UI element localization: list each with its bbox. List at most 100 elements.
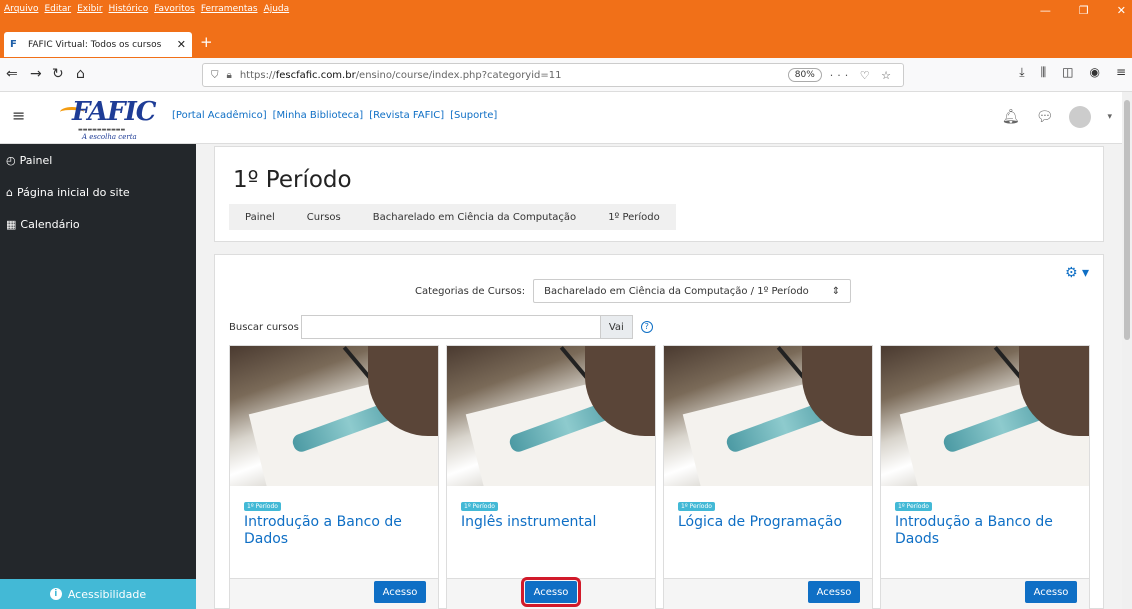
logo-text: FAFIC <box>72 97 156 127</box>
course-image[interactable] <box>447 346 655 486</box>
course-name-link[interactable]: Introdução a Banco de Daods <box>895 514 1085 548</box>
course-content: ⚙︎ ▾ Categorias de Cursos: Bacharelado e… <box>214 254 1104 609</box>
forward-icon[interactable]: → <box>30 66 42 82</box>
access-button[interactable]: Acesso <box>1025 581 1077 603</box>
link-portal-academico[interactable]: [Portal Acadêmico] <box>172 110 267 121</box>
fafic-favicon-icon: F <box>10 38 17 50</box>
new-tab-icon[interactable]: + <box>200 33 213 51</box>
course-card-footer: Acesso <box>881 578 1089 609</box>
course-image[interactable] <box>664 346 872 486</box>
menu-ferramentas[interactable]: Ferramentas <box>201 4 258 14</box>
lock-icon[interactable]: 🔒︎ <box>227 70 232 81</box>
search-button[interactable]: Vai <box>600 315 633 339</box>
category-select[interactable]: Bacharelado em Ciência da Computação / 1… <box>533 279 852 303</box>
sidebar: ◴ Painel ⌂ Página inicial do site ▦ Cale… <box>0 144 196 609</box>
course-name-link[interactable]: Inglês instrumental <box>461 514 651 531</box>
menu-arquivo[interactable]: Arquivo <box>4 4 38 14</box>
menu-ajuda[interactable]: Ajuda <box>264 4 290 14</box>
avatar[interactable] <box>1069 106 1092 128</box>
bell-icon[interactable]: 🔔︎ <box>1002 109 1020 125</box>
search-input[interactable] <box>300 315 601 339</box>
menu-exibir[interactable]: Exibir <box>77 4 102 14</box>
menu-bar: Arquivo Editar Exibir Histórico Favorito… <box>4 4 289 14</box>
course-image[interactable] <box>230 346 438 486</box>
home-icon: ⌂ <box>6 186 13 199</box>
access-button[interactable]: Acesso <box>374 581 426 603</box>
course-card-footer: Acesso <box>230 578 438 609</box>
course-card-body: 1º Período Introdução a Banco de Daods <box>881 486 1089 578</box>
access-button[interactable]: Acesso <box>808 581 860 603</box>
search-label: Buscar cursos <box>229 321 299 333</box>
access-button-highlighted[interactable]: Acesso <box>521 577 581 607</box>
header-icons: 🔔︎ 💬︎ ▾ <box>1002 106 1112 128</box>
course-card: 1º Período Introdução a Banco de Dados A… <box>229 345 439 609</box>
page-actions-icon[interactable]: ··· ♡ ☆ <box>830 69 895 82</box>
breadcrumb-periodo: 1º Período <box>608 211 660 223</box>
window-controls: — ❐ ✕ <box>1040 4 1126 17</box>
chat-icon[interactable]: 💬︎ <box>1036 109 1054 125</box>
minimize-icon[interactable]: — <box>1040 4 1051 17</box>
link-suporte[interactable]: [Suporte] <box>450 110 497 121</box>
shield-icon[interactable]: ⛉ <box>211 70 219 81</box>
search-row: Buscar cursos Vai ? <box>229 315 653 339</box>
url-bar[interactable]: ⛉ 🔒︎ https://fescfafic.com.br/ensino/cou… <box>202 63 904 87</box>
help-icon[interactable]: ? <box>640 321 653 333</box>
tab-close-icon[interactable]: ✕ <box>177 38 186 51</box>
hamburger-menu-icon[interactable]: ≡ <box>12 106 25 125</box>
browser-toolbar-right: ⤓ ⫼ ◫ ◉ ≡ <box>1019 65 1126 80</box>
sidebar-toggle-icon[interactable]: ◫ <box>1062 65 1073 80</box>
browser-tab[interactable]: F FAFIC Virtual: Todos os cursos ✕ <box>4 32 192 57</box>
close-window-icon[interactable]: ✕ <box>1117 4 1126 17</box>
course-name-link[interactable]: Introdução a Banco de Dados <box>244 514 434 548</box>
app-menu-icon[interactable]: ≡ <box>1116 65 1126 80</box>
fafic-logo[interactable]: FAFIC ▬▬▬▬▬▬▬▬▬▬ A escolha certa <box>60 97 168 141</box>
accessibility-icon: i <box>49 588 62 600</box>
course-card: 1º Período Introdução a Banco de Daods A… <box>880 345 1090 609</box>
back-icon[interactable]: ⇐ <box>6 66 18 82</box>
sidebar-item-label: Calendário <box>20 218 80 231</box>
restore-icon[interactable]: ❐ <box>1079 4 1089 17</box>
breadcrumb: Painel Cursos Bacharelado em Ciência da … <box>229 204 676 230</box>
course-image[interactable] <box>881 346 1089 486</box>
breadcrumb-cursos[interactable]: Cursos <box>291 212 357 223</box>
course-card-body: 1º Período Lógica de Programação <box>664 486 872 578</box>
sidebar-item-label: Painel <box>19 154 53 167</box>
window-titlebar: Arquivo Editar Exibir Histórico Favorito… <box>0 0 1132 30</box>
sidebar-item-painel[interactable]: ◴ Painel <box>6 154 52 167</box>
header-links: [Portal Acadêmico] [Minha Biblioteca] [R… <box>172 110 497 121</box>
sidebar-item-label: Página inicial do site <box>16 186 130 199</box>
select-arrows-icon: ⇕ <box>831 285 841 297</box>
dashboard-icon: ◴ <box>6 154 16 167</box>
calendar-icon: ▦ <box>6 218 17 231</box>
home-icon[interactable]: ⌂ <box>76 66 85 82</box>
course-card: 1º Período Inglês instrumental Acesso <box>446 345 656 609</box>
url-text[interactable]: https://fescfafic.com.br/ensino/course/i… <box>240 70 780 81</box>
link-minha-biblioteca[interactable]: [Minha Biblioteca] <box>273 110 364 121</box>
reload-icon[interactable]: ↻ <box>52 66 64 82</box>
gear-icon[interactable]: ⚙︎ ▾ <box>1065 265 1089 281</box>
breadcrumb-painel[interactable]: Painel <box>229 212 291 223</box>
menu-favoritos[interactable]: Favoritos <box>154 4 195 14</box>
scrollbar-thumb[interactable] <box>1124 100 1130 340</box>
zoom-indicator[interactable]: 80% <box>787 68 822 82</box>
menu-editar[interactable]: Editar <box>44 4 71 14</box>
category-label: Categorias de Cursos: <box>415 285 526 297</box>
page-header: 1º Período Painel Cursos Bacharelado em … <box>214 146 1104 242</box>
sidebar-item-home[interactable]: ⌂ Página inicial do site <box>6 186 130 199</box>
page-scrollbar[interactable] <box>1122 92 1132 609</box>
category-select-value: Bacharelado em Ciência da Computação / 1… <box>544 285 809 297</box>
download-icon[interactable]: ⤓ <box>1019 65 1024 80</box>
account-icon[interactable]: ◉ <box>1089 65 1099 80</box>
breadcrumb-bacharelado[interactable]: Bacharelado em Ciência da Computação <box>357 212 592 223</box>
page-title: 1º Período <box>233 167 352 193</box>
course-card-footer: Acesso <box>447 577 655 609</box>
accessibility-button[interactable]: i Acessibilidade <box>0 579 196 609</box>
site-header: ≡ FAFIC ▬▬▬▬▬▬▬▬▬▬ A escolha certa [Port… <box>0 92 1122 144</box>
course-name-link[interactable]: Lógica de Programação <box>678 514 868 531</box>
link-revista-fafic[interactable]: [Revista FAFIC] <box>369 110 444 121</box>
menu-historico[interactable]: Histórico <box>109 4 149 14</box>
course-card-body: 1º Período Introdução a Banco de Dados <box>230 486 438 578</box>
chevron-down-icon[interactable]: ▾ <box>1107 112 1112 122</box>
sidebar-item-calendario[interactable]: ▦ Calendário <box>6 218 80 231</box>
library-icon[interactable]: ⫼ <box>1041 65 1047 80</box>
